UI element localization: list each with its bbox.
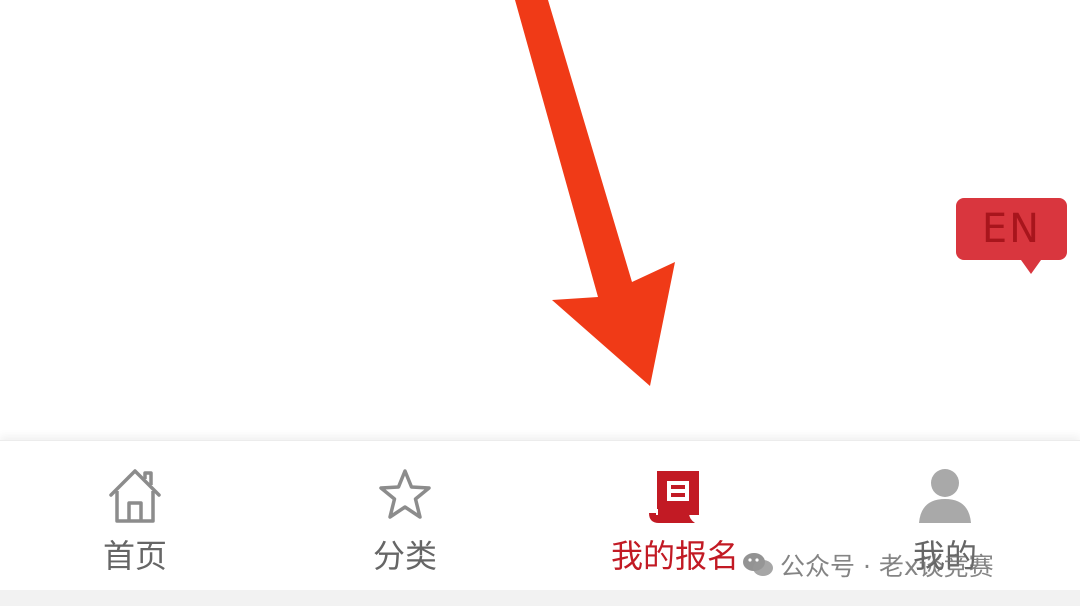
tab-category[interactable]: 分类	[305, 441, 505, 591]
star-icon	[379, 469, 431, 519]
language-toggle-button[interactable]: EN	[956, 198, 1067, 274]
wechat-icon	[743, 553, 773, 576]
app-screen: EN 首页 分类 我的报名 我的 公众号 · 老x谈竞赛	[0, 0, 1080, 606]
registration-document-icon	[649, 471, 699, 523]
watermark: 公众号 · 老x谈竞赛	[742, 543, 994, 587]
person-icon	[919, 469, 971, 523]
content-area	[0, 0, 1080, 440]
tab-home-label: 首页	[102, 537, 167, 575]
tab-home[interactable]: 首页	[35, 441, 235, 591]
home-icon	[109, 469, 161, 523]
watermark-text: 公众号 · 老x谈竞赛	[780, 552, 994, 581]
bottom-safe-area	[0, 590, 1080, 606]
language-toggle-label: EN	[981, 206, 1042, 252]
tab-category-label: 分类	[372, 537, 437, 575]
